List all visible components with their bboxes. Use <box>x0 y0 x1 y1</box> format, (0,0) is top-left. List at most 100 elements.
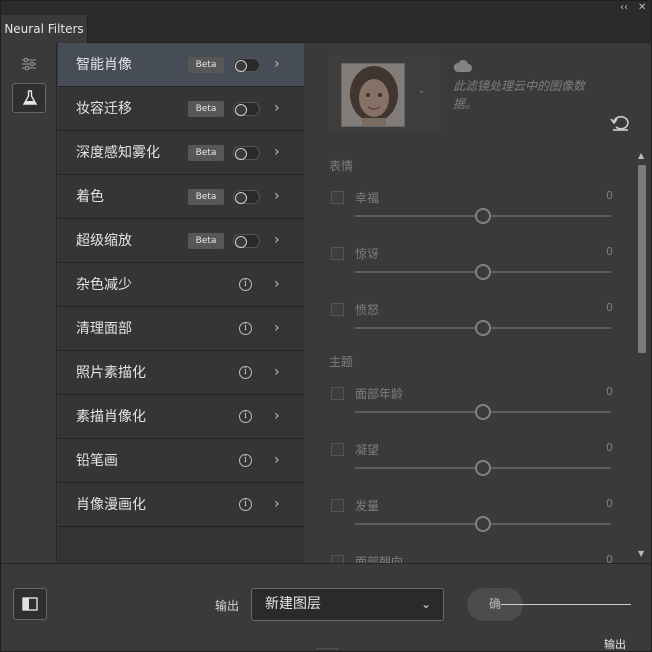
reference-image-picker[interactable]: ⌄ <box>329 55 441 132</box>
param-checkbox[interactable] <box>331 387 344 400</box>
param-name: 发量 <box>355 499 380 513</box>
info-icon[interactable]: i <box>239 278 252 291</box>
close-icon[interactable]: ✕ <box>638 2 646 14</box>
filter-item-sketch-to-portrait[interactable]: 素描肖像化 i › <box>58 395 304 439</box>
chevron-down-icon[interactable]: ⌄ <box>417 83 426 96</box>
info-icon[interactable]: i <box>239 454 252 467</box>
chevron-right-icon[interactable]: › <box>274 321 280 335</box>
section-title-expression: 表情 <box>329 159 354 173</box>
param-value: 0 <box>606 385 613 398</box>
chevron-right-icon[interactable]: › <box>274 453 280 467</box>
chevron-right-icon[interactable]: › <box>274 57 280 71</box>
param-value: 0 <box>606 441 613 454</box>
panel-top-strip: ‹‹ ✕ <box>1 1 651 15</box>
tab-neural-filters[interactable]: Neural Filters <box>1 15 88 43</box>
filter-toggle[interactable] <box>233 146 260 160</box>
list-empty-area <box>58 527 304 563</box>
icon-rail <box>1 43 57 563</box>
slider-knob[interactable] <box>475 460 491 476</box>
param-value: 0 <box>606 301 613 314</box>
param-facial-age: 面部年龄 0 <box>329 383 613 431</box>
chevron-right-icon[interactable]: › <box>274 101 280 115</box>
slider-knob[interactable] <box>475 404 491 420</box>
info-icon[interactable]: i <box>239 366 252 379</box>
filter-item-makeup-transfer[interactable]: 妆容迁移 Beta › <box>58 87 304 131</box>
scroll-up-icon[interactable]: ▲ <box>638 151 644 160</box>
filter-item-depth-blur[interactable]: 深度感知雾化 Beta › <box>58 131 304 175</box>
filter-label: 超级缩放 <box>76 233 132 249</box>
param-checkbox[interactable] <box>331 191 344 204</box>
panel-footer: 输出 新建图层 ⌄ 确 输出 <box>1 563 651 651</box>
filter-item-super-zoom[interactable]: 超级缩放 Beta › <box>58 219 304 263</box>
beta-badge: Beta <box>188 145 224 161</box>
output-tooltip: 输出 <box>604 638 626 651</box>
param-surprise: 惊讶 0 <box>329 243 613 291</box>
filter-item-portrait-caricature[interactable]: 肖像漫画化 i › <box>58 483 304 527</box>
filter-toggle[interactable] <box>233 58 260 72</box>
output-label: 输出 <box>215 599 240 613</box>
settings-scrollbar[interactable]: ▲ ▼ <box>637 151 647 561</box>
chevron-right-icon[interactable]: › <box>274 365 280 379</box>
chevron-right-icon[interactable]: › <box>274 277 280 291</box>
param-checkbox[interactable] <box>331 247 344 260</box>
param-gaze: 凝望 0 <box>329 439 613 487</box>
resize-grip[interactable] <box>317 648 337 651</box>
filter-toggle[interactable] <box>233 190 260 204</box>
scroll-thumb[interactable] <box>638 165 646 353</box>
param-value: 0 <box>606 497 613 510</box>
scroll-down-icon[interactable]: ▼ <box>638 549 644 558</box>
chevron-down-icon: ⌄ <box>420 597 431 611</box>
param-head-direction: 面部朝向 0 <box>329 551 613 563</box>
filter-label: 照片素描化 <box>76 365 146 381</box>
param-name: 凝望 <box>355 443 380 457</box>
filter-toggle[interactable] <box>233 102 260 116</box>
param-value: 0 <box>606 189 613 202</box>
confirm-label: 确 <box>489 597 502 611</box>
param-value: 0 <box>606 553 613 563</box>
preview-compare-button[interactable] <box>13 588 47 620</box>
param-hair-thickness: 发量 0 <box>329 495 613 543</box>
slider-knob[interactable] <box>475 320 491 336</box>
param-checkbox[interactable] <box>331 443 344 456</box>
beta-badge: Beta <box>188 189 224 205</box>
filter-label: 着色 <box>76 189 104 205</box>
filter-item-pencil-artwork[interactable]: 铅笔画 i › <box>58 439 304 483</box>
chevron-right-icon[interactable]: › <box>274 409 280 423</box>
output-value: 新建图层 <box>265 596 321 612</box>
param-name: 惊讶 <box>355 247 380 261</box>
filter-label: 智能肖像 <box>76 57 132 73</box>
filter-item-noise-reduction[interactable]: 杂色减少 i › <box>58 263 304 307</box>
info-icon[interactable]: i <box>239 498 252 511</box>
chevron-right-icon[interactable]: › <box>274 497 280 511</box>
filter-item-smart-portrait[interactable]: 智能肖像 Beta › <box>58 43 304 87</box>
cloud-icon <box>453 59 472 72</box>
output-select[interactable]: 新建图层 ⌄ <box>251 588 444 621</box>
chevron-right-icon[interactable]: › <box>274 233 280 247</box>
param-name: 幸福 <box>355 191 380 205</box>
slider-knob[interactable] <box>475 208 491 224</box>
sliders-icon[interactable] <box>20 55 38 73</box>
info-icon[interactable]: i <box>239 410 252 423</box>
param-name: 愤怒 <box>355 303 380 317</box>
chevron-right-icon[interactable]: › <box>274 145 280 159</box>
slider-knob[interactable] <box>475 264 491 280</box>
filter-item-colorize[interactable]: 着色 Beta › <box>58 175 304 219</box>
filter-item-photo-to-sketch[interactable]: 照片素描化 i › <box>58 351 304 395</box>
slider-knob[interactable] <box>475 516 491 532</box>
filter-item-face-cleanup[interactable]: 清理面部 i › <box>58 307 304 351</box>
collapse-icon[interactable]: ‹‹ <box>620 2 628 14</box>
param-name: 面部年龄 <box>355 387 404 401</box>
param-checkbox[interactable] <box>331 555 344 563</box>
info-icon[interactable]: i <box>239 322 252 335</box>
param-checkbox[interactable] <box>331 499 344 512</box>
beta-badge: Beta <box>188 233 224 249</box>
filter-label: 妆容迁移 <box>76 101 132 117</box>
beta-filters-button[interactable] <box>12 83 46 113</box>
portrait-thumbnail <box>341 63 405 127</box>
chevron-right-icon[interactable]: › <box>274 189 280 203</box>
filter-settings: ⌄ 此滤镜处理云中的图像数据。 表情 幸福 0 惊讶 0 愤怒 0 主题 面部年… <box>305 43 651 563</box>
filter-toggle[interactable] <box>233 234 260 248</box>
param-checkbox[interactable] <box>331 303 344 316</box>
filter-label: 杂色减少 <box>76 277 132 293</box>
reset-icon[interactable] <box>610 115 630 131</box>
